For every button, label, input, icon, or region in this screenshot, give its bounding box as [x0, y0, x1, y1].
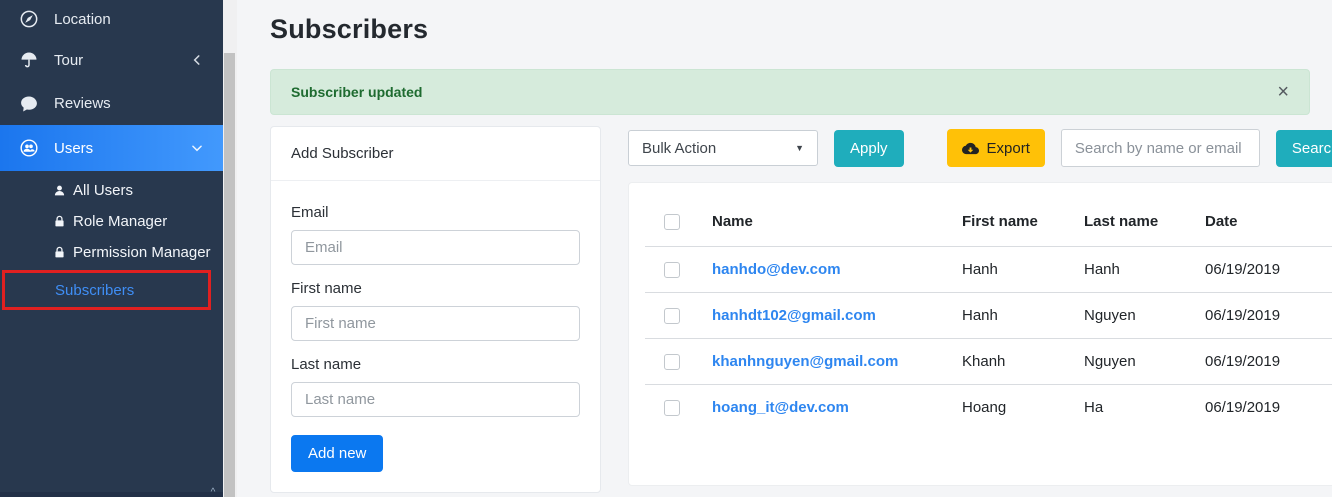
subscriber-email-link[interactable]: hoang_it@dev.com	[712, 399, 849, 416]
compass-icon	[19, 9, 39, 29]
column-header-first-name: First name	[954, 193, 1076, 247]
export-button[interactable]: Export	[947, 129, 1045, 167]
subscriber-first-name: Hanh	[954, 247, 1076, 293]
table-header-row: Name First name Last name Date	[645, 193, 1332, 247]
subscriber-last-name: Hanh	[1076, 247, 1197, 293]
row-checkbox[interactable]	[664, 262, 680, 278]
sidebar-subitem-label: Subscribers	[55, 282, 134, 299]
table-bottom-spacer	[645, 431, 1332, 471]
subscriber-email-link[interactable]: hanhdt102@gmail.com	[712, 307, 876, 324]
subscriber-email-link[interactable]: hanhdo@dev.com	[712, 261, 841, 278]
add-subscriber-card: Add Subscriber Email First name Last nam…	[270, 126, 601, 493]
subscriber-last-name: Ha	[1076, 385, 1197, 431]
column-header-last-name: Last name	[1076, 193, 1197, 247]
sidebar-subitem-label: Permission Manager	[73, 244, 211, 261]
search-button[interactable]: Search	[1276, 130, 1332, 167]
app-window: Location Tour Reviews	[0, 0, 1332, 497]
sidebar-item-subscribers[interactable]: Subscribers	[5, 273, 208, 307]
alert-message: Subscriber updated	[291, 84, 422, 100]
main-content: Subscribers Subscriber updated × Add Sub…	[237, 0, 1332, 497]
sidebar-item-tour[interactable]: Tour	[0, 38, 223, 82]
users-submenu: All Users Role Manager P	[0, 171, 223, 310]
sidebar-item-permission-manager[interactable]: Permission Manager	[0, 237, 223, 268]
sidebar-item-reviews[interactable]: Reviews	[0, 82, 223, 125]
chat-bubble-icon	[19, 94, 39, 114]
subscriber-date: 06/19/2019	[1197, 247, 1332, 293]
sidebar: Location Tour Reviews	[0, 0, 223, 497]
sidebar-item-role-manager[interactable]: Role Manager	[0, 206, 223, 237]
highlight-box: Subscribers	[2, 270, 211, 310]
subscriber-date: 06/19/2019	[1197, 339, 1332, 385]
apply-button[interactable]: Apply	[834, 130, 904, 167]
lock-icon	[53, 246, 66, 259]
subscriber-list-section: Bulk Action ▼ Apply Export	[628, 126, 1332, 486]
form-card-title: Add Subscriber	[271, 127, 600, 181]
sidebar-item-users[interactable]: Users	[0, 125, 223, 171]
caret-down-icon: ▼	[795, 143, 804, 153]
sidebar-subitem-label: Role Manager	[73, 213, 167, 230]
table-row: hoang_it@dev.com Hoang Ha 06/19/2019	[645, 385, 1332, 431]
subscriber-first-name: Hanh	[954, 293, 1076, 339]
email-field[interactable]	[291, 230, 580, 265]
bulk-action-value: Bulk Action	[642, 140, 716, 157]
cloud-download-icon	[962, 140, 979, 157]
search-input[interactable]	[1061, 129, 1260, 167]
row-checkbox[interactable]	[664, 308, 680, 324]
success-alert: Subscriber updated ×	[270, 69, 1310, 115]
sidebar-item-label: Users	[54, 140, 190, 157]
subscriber-last-name: Nguyen	[1076, 293, 1197, 339]
content-row: Add Subscriber Email First name Last nam…	[270, 126, 1332, 493]
subscriber-date: 06/19/2019	[1197, 293, 1332, 339]
chevron-down-icon	[190, 141, 204, 155]
subscriber-email-link[interactable]: khanhnguyen@gmail.com	[712, 353, 898, 370]
subscriber-first-name: Khanh	[954, 339, 1076, 385]
first-name-field[interactable]	[291, 306, 580, 341]
table-row: khanhnguyen@gmail.com Khanh Nguyen 06/19…	[645, 339, 1332, 385]
select-all-checkbox[interactable]	[664, 214, 680, 230]
last-name-label: Last name	[291, 356, 580, 373]
sidebar-item-all-users[interactable]: All Users	[0, 175, 223, 206]
table-row: hanhdo@dev.com Hanh Hanh 06/19/2019	[645, 247, 1332, 293]
sidebar-item-label: Reviews	[54, 95, 204, 112]
scroll-up-indicator: ^	[206, 489, 220, 497]
subscribers-table-card: Name First name Last name Date hanhdo@de…	[628, 182, 1332, 486]
last-name-field[interactable]	[291, 382, 580, 417]
first-name-label: First name	[291, 280, 580, 297]
users-group-icon	[19, 138, 39, 158]
sidebar-item-label: Tour	[54, 52, 190, 69]
bulk-action-select[interactable]: Bulk Action ▼	[628, 130, 818, 166]
subscriber-first-name: Hoang	[954, 385, 1076, 431]
subscriber-last-name: Nguyen	[1076, 339, 1197, 385]
column-header-name: Name	[704, 193, 954, 247]
sidebar-item-label: Location	[54, 11, 204, 28]
person-icon	[53, 184, 66, 197]
row-checkbox[interactable]	[664, 354, 680, 370]
chevron-left-icon	[190, 53, 204, 67]
sidebar-scrollbar-track[interactable]	[223, 0, 237, 497]
sidebar-scrollbar-thumb[interactable]	[224, 53, 235, 497]
sidebar-subitem-label: All Users	[73, 182, 133, 199]
form-card-body: Email First name Last name Add new	[271, 181, 600, 492]
umbrella-icon	[19, 50, 39, 70]
subscribers-table: Name First name Last name Date hanhdo@de…	[645, 193, 1332, 471]
table-row: hanhdt102@gmail.com Hanh Nguyen 06/19/20…	[645, 293, 1332, 339]
add-new-button[interactable]: Add new	[291, 435, 383, 472]
row-checkbox[interactable]	[664, 400, 680, 416]
lock-icon	[53, 215, 66, 228]
page-title: Subscribers	[270, 14, 1332, 45]
close-icon[interactable]: ×	[1277, 82, 1289, 102]
email-label: Email	[291, 204, 580, 221]
table-toolbar: Bulk Action ▼ Apply Export	[628, 129, 1332, 167]
column-header-date: Date	[1197, 193, 1332, 247]
sidebar-item-location[interactable]: Location	[0, 0, 223, 38]
subscriber-date: 06/19/2019	[1197, 385, 1332, 431]
export-label: Export	[987, 140, 1030, 157]
